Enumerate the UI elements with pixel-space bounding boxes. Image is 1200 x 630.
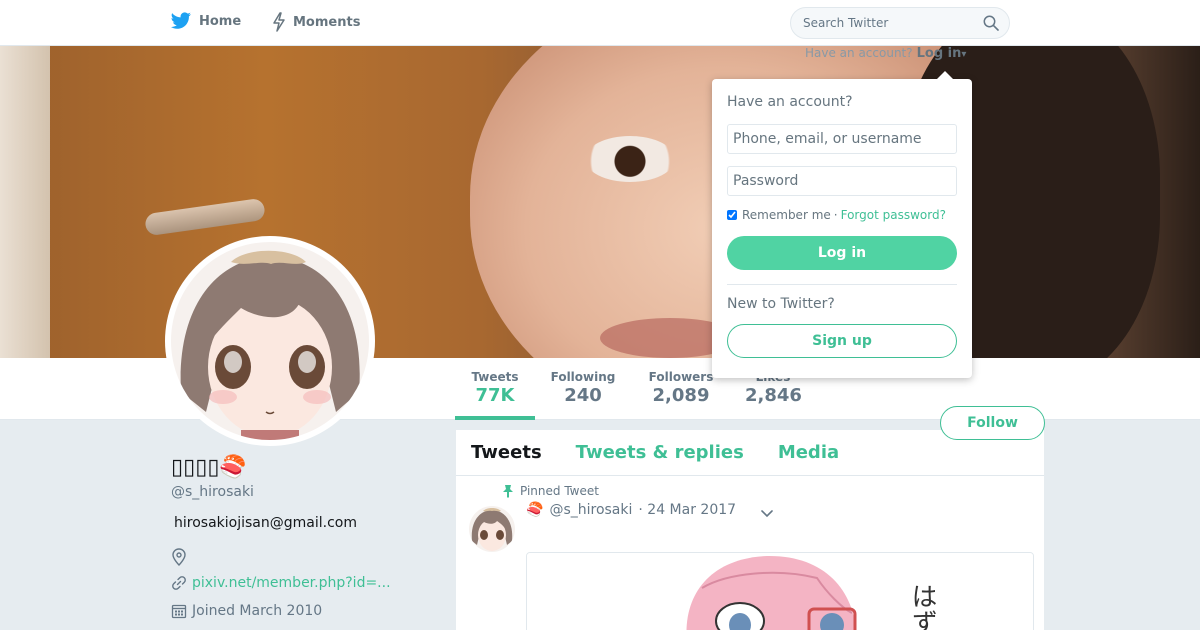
profile-location [171,548,192,566]
tweet-media[interactable]: はずい [526,552,1034,630]
separator-dot: · [833,208,838,222]
password-field[interactable] [727,166,957,196]
pinned-text: Pinned Tweet [520,484,599,498]
avatar-illustration [171,242,369,440]
lightning-icon [273,12,285,32]
profile-url-link[interactable]: pixiv.net/member.php?id=... [192,575,391,591]
stat-value: 77K [475,385,515,406]
tab-tweets-replies[interactable]: Tweets & replies [576,442,744,463]
tweet-date[interactable]: · 24 Mar 2017 [638,502,736,518]
profile-joined-text: Joined March 2010 [192,603,323,619]
stat-value: 240 [564,385,602,406]
stat-followers[interactable]: Followers 2,089 [646,370,716,406]
profile-handle[interactable]: @s_hirosaki [171,484,254,500]
stat-following[interactable]: Following 240 [549,370,617,406]
tweet-author-handle[interactable]: @s_hirosaki [549,502,632,518]
profile-bio: hirosakiojisan@gmail.com [174,515,357,531]
stat-label: Followers [648,370,714,384]
stat-label: Tweets [471,370,519,384]
login-dropdown: Have an account? Remember me · Forgot pa… [712,71,972,378]
avatar[interactable] [165,236,375,446]
tab-media[interactable]: Media [778,442,839,463]
nav-moments-label: Moments [293,14,361,30]
chevron-down-icon[interactable] [759,508,775,520]
remember-checkbox[interactable] [727,210,737,220]
profile-url: pixiv.net/member.php?id=... [171,575,391,591]
nav-home-label: Home [199,13,242,29]
login-hint-link[interactable]: Log in▾ [917,46,967,61]
top-navigation: Home Moments [0,0,1200,46]
profile-name: ▯▯▯▯🍣 [171,455,247,480]
follow-button[interactable]: Follow [940,406,1045,440]
username-field[interactable] [727,124,957,154]
search-box [790,7,1010,39]
profile-joined: Joined March 2010 [171,603,322,619]
tweet-media-illustration: はずい [527,553,1033,630]
calendar-icon [171,604,187,619]
nav-home[interactable]: Home [170,12,241,30]
caret-down-icon: ▾ [961,49,967,60]
login-button[interactable]: Log in [727,236,957,270]
tweet-avatar-illustration [469,506,515,552]
timeline: Tweets Tweets & replies Media Pinned Twe… [456,430,1044,630]
remember-row: Remember me · Forgot password? [727,208,946,222]
tweet-avatar[interactable] [469,506,515,552]
forgot-password-link[interactable]: Forgot password? [841,208,946,222]
tweet-header: 🍣 @s_hirosaki · 24 Mar 2017 [526,502,736,518]
banner-door-handle [144,197,266,237]
login-hint-text: Have an account? [805,46,913,60]
new-to-twitter-label: New to Twitter? [727,296,835,312]
banner-door [0,46,50,358]
dropdown-divider [727,284,957,285]
link-icon [172,576,186,590]
twitter-bird-icon [170,12,191,29]
stat-value: 2,846 [745,385,802,406]
tweet-author-name[interactable]: 🍣 [526,502,543,518]
remember-label[interactable]: Remember me [742,208,831,222]
stat-value: 2,089 [652,385,710,406]
tweet-media-text: はずい [907,583,937,630]
search-icon[interactable] [983,15,999,31]
dropdown-title: Have an account? [727,94,853,110]
login-hint: Have an account? Log in▾ [805,46,966,61]
pin-icon [503,485,513,498]
stat-tweets[interactable]: Tweets 77K [455,370,535,420]
stat-label: Following [550,370,616,384]
location-pin-icon [172,548,186,566]
pinned-tweet-label: Pinned Tweet [502,484,599,498]
search-input[interactable] [791,8,971,38]
signup-button[interactable]: Sign up [727,324,957,358]
banner-eye [585,136,675,182]
tab-tweets[interactable]: Tweets [471,442,542,463]
nav-moments[interactable]: Moments [272,12,360,32]
